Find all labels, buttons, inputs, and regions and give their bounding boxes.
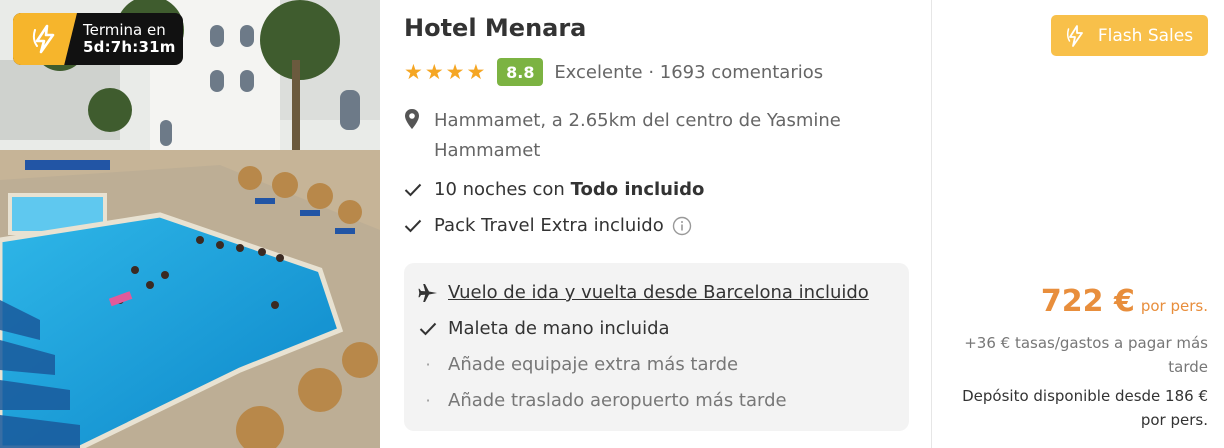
- hotel-photo[interactable]: Termina en 5d:7h:31m: [0, 0, 380, 448]
- transfer-row: · Añade traslado aeropuerto más tarde: [418, 390, 787, 411]
- check-icon: [404, 219, 424, 233]
- pack-text: Pack Travel Extra incluido: [434, 215, 664, 236]
- info-icon[interactable]: [672, 216, 692, 236]
- extras-panel: Vuelo de ida y vuelta desde Barcelona in…: [404, 263, 909, 431]
- countdown-value: 5d:7h:31m: [83, 38, 176, 56]
- price-amount: 722 €: [1040, 284, 1135, 319]
- extra-baggage-row: · Añade equipaje extra más tarde: [418, 354, 738, 375]
- star-rating: ★ ★ ★ ★: [404, 59, 486, 84]
- star-icon: ★: [445, 59, 465, 84]
- bullet-icon: ·: [425, 391, 431, 410]
- price-per-person: por pers.: [1140, 297, 1208, 315]
- rating-row: ★ ★ ★ ★ 8.8 Excelente · 1693 comentarios: [404, 58, 823, 86]
- hotel-location: Hammamet, a 2.65km del centro de Yasmine…: [404, 106, 874, 166]
- countdown-label: Termina en: [83, 20, 166, 39]
- location-text: Hammamet, a 2.65km del centro de Yasmine…: [434, 110, 841, 161]
- flash-sales-label: Flash Sales: [1097, 25, 1194, 46]
- hotel-image: [0, 0, 380, 448]
- countdown-timer: Termina en 5d:7h:31m: [13, 13, 183, 65]
- flash-icon: [13, 13, 77, 65]
- nights-text: 10 noches con: [434, 179, 571, 200]
- star-icon: ★: [466, 59, 486, 84]
- airplane-icon: [418, 283, 438, 303]
- review-summary[interactable]: Excelente · 1693 comentarios: [554, 62, 823, 83]
- transfer-text: Añade traslado aeropuerto más tarde: [448, 390, 787, 411]
- feature-nights: 10 noches con Todo incluido: [404, 179, 704, 200]
- deposit-note: Depósito disponible desde 186 € por pers…: [962, 387, 1208, 429]
- star-icon: ★: [424, 59, 444, 84]
- column-divider: [931, 0, 932, 448]
- flash-sales-badge[interactable]: Flash Sales: [1051, 15, 1208, 56]
- baggage-text: Maleta de mano incluida: [448, 318, 670, 339]
- location-pin-icon: [404, 108, 424, 166]
- check-icon: [418, 322, 438, 336]
- review-score-badge: 8.8: [497, 58, 544, 86]
- star-icon: ★: [404, 59, 423, 84]
- bullet-icon: ·: [425, 355, 431, 374]
- extra-baggage-text: Añade equipaje extra más tarde: [448, 354, 739, 375]
- flash-icon: [1066, 24, 1086, 47]
- taxes-note: +36 € tasas/gastos a pagar más tarde: [964, 334, 1208, 376]
- flight-row: Vuelo de ida y vuelta desde Barcelona in…: [418, 282, 869, 303]
- baggage-row: Maleta de mano incluida: [418, 318, 670, 339]
- price-block: 722 € por pers.: [1041, 284, 1208, 319]
- hotel-name[interactable]: Hotel Menara: [404, 14, 586, 42]
- check-icon: [404, 183, 424, 197]
- board-type: Todo incluido: [570, 179, 705, 200]
- hotel-info: Hotel Menara ★ ★ ★ ★ 8.8 Excelente · 169…: [404, 0, 909, 448]
- flight-link[interactable]: Vuelo de ida y vuelta desde Barcelona in…: [448, 282, 869, 303]
- feature-pack: Pack Travel Extra incluido: [404, 215, 692, 236]
